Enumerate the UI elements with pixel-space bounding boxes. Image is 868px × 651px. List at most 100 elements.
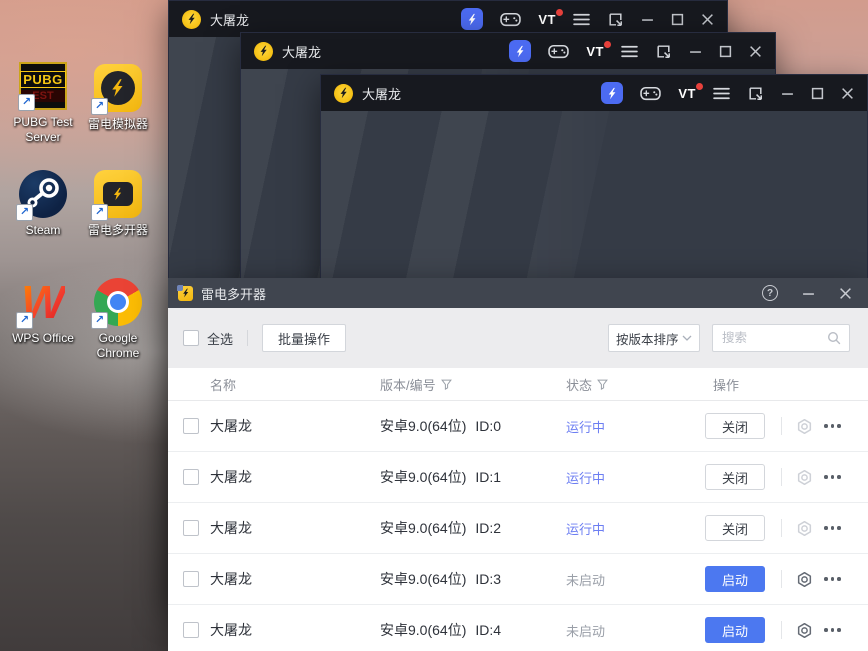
close-icon[interactable] (701, 13, 714, 26)
search-icon[interactable] (827, 331, 841, 345)
row-checkbox[interactable] (183, 469, 199, 485)
minimize-icon[interactable] (689, 45, 702, 58)
boost-icon[interactable] (461, 8, 484, 30)
header-status: 状态 (566, 368, 608, 400)
instance-version: 安卓9.0(64位) ID:2 (380, 520, 502, 536)
table-header: 名称 版本/编号 状态 操作 (168, 368, 868, 401)
multi-instance-icon[interactable] (747, 85, 764, 102)
row-divider (781, 570, 782, 588)
ldmultiplayer-icon: ↗ (91, 170, 142, 221)
header-operation: 操作 (713, 377, 740, 393)
minimize-icon[interactable] (781, 87, 794, 100)
maximize-icon[interactable] (811, 87, 824, 100)
gamepad-icon[interactable] (640, 86, 661, 101)
stop-button[interactable]: 关闭 (705, 515, 765, 541)
shortcut-arrow-icon: ↗ (18, 94, 35, 111)
window-title: 大屠龙 (362, 86, 402, 102)
row-checkbox[interactable] (183, 520, 199, 536)
ldplayer-logo-icon (334, 83, 353, 103)
minimize-icon[interactable] (641, 13, 654, 26)
desktop-shortcut-ldplayer[interactable]: ↗ 雷电模拟器 (80, 64, 156, 132)
desktop-shortcut-ldmultiplayer[interactable]: ↗ 雷电多开器 (80, 170, 156, 238)
menu-icon[interactable] (573, 13, 590, 26)
desktop-shortcut-wps-office[interactable]: W ↗ WPS Office (5, 278, 81, 346)
chrome-icon: ↗ (91, 278, 142, 329)
settings-icon[interactable] (796, 605, 813, 651)
notification-dot (604, 40, 611, 48)
stop-button[interactable]: 关闭 (705, 413, 765, 439)
sort-dropdown[interactable]: 按版本排序 (608, 324, 700, 352)
maximize-icon[interactable] (719, 45, 732, 58)
stop-button[interactable]: 关闭 (705, 464, 765, 490)
gamepad-icon[interactable] (548, 44, 569, 59)
emulator-2-titlebar[interactable]: 大屠龙 VT (241, 33, 775, 69)
instance-name: 大屠龙 (210, 622, 252, 638)
instance-version: 安卓9.0(64位) ID:4 (380, 622, 502, 638)
menu-icon[interactable] (621, 45, 638, 58)
row-checkbox[interactable] (183, 418, 199, 434)
close-icon[interactable] (749, 45, 762, 58)
maximize-icon[interactable] (671, 13, 684, 26)
close-icon[interactable] (841, 87, 854, 100)
help-icon[interactable]: ? (762, 285, 778, 301)
more-options-icon[interactable] (824, 628, 841, 632)
settings-icon[interactable] (796, 401, 813, 451)
instance-name: 大屠龙 (210, 469, 252, 485)
multi-instance-icon[interactable] (607, 11, 624, 28)
vt-label: VT (678, 85, 696, 101)
search-input[interactable] (713, 331, 822, 345)
filter-icon[interactable] (597, 379, 608, 390)
notification-dot (556, 8, 563, 16)
instance-name: 大屠龙 (210, 418, 252, 434)
settings-icon[interactable] (796, 452, 813, 502)
instance-version: 安卓9.0(64位) ID:1 (380, 469, 502, 485)
row-checkbox[interactable] (183, 571, 199, 587)
settings-icon[interactable] (796, 503, 813, 553)
ldplayer-logo-icon (254, 41, 273, 61)
instance-status: 运行中 (566, 470, 606, 486)
sort-selected-value: 按版本排序 (616, 332, 679, 347)
more-options-icon[interactable] (824, 526, 841, 530)
close-icon[interactable] (839, 287, 852, 300)
multi-manager-titlebar[interactable]: 雷电多开器 ? (168, 278, 868, 308)
menu-icon[interactable] (713, 87, 730, 100)
more-options-icon[interactable] (824, 475, 841, 479)
row-divider (781, 417, 782, 435)
minimize-icon[interactable] (802, 287, 815, 300)
select-all-label: 全选 (207, 331, 234, 347)
boost-icon[interactable] (601, 82, 624, 104)
instance-row: 大屠龙 安卓9.0(64位) ID:4 未启动 启动 (168, 605, 868, 651)
more-options-icon[interactable] (824, 424, 841, 428)
filter-icon[interactable] (441, 379, 452, 390)
desktop-shortcut-steam[interactable]: ↗ Steam (5, 170, 81, 238)
multi-instance-icon[interactable] (655, 43, 672, 60)
instance-status: 运行中 (566, 419, 606, 435)
batch-operations-button[interactable]: 批量操作 (262, 324, 347, 352)
window-title: 雷电多开器 (201, 286, 267, 302)
vt-button[interactable]: VT (586, 40, 611, 59)
start-button[interactable]: 启动 (705, 566, 765, 592)
vt-button[interactable]: VT (538, 8, 563, 27)
vt-button[interactable]: VT (678, 82, 703, 101)
instance-row: 大屠龙 安卓9.0(64位) ID:3 未启动 启动 (168, 554, 868, 605)
desktop-shortcut-google-chrome[interactable]: ↗ Google Chrome (80, 278, 156, 361)
boost-icon[interactable] (509, 40, 532, 62)
instance-row: 大屠龙 安卓9.0(64位) ID:2 运行中 关闭 (168, 503, 868, 554)
search-box (712, 324, 850, 352)
more-options-icon[interactable] (824, 577, 841, 581)
shortcut-label: 雷电多开器 (87, 223, 148, 237)
emulator-3-titlebar[interactable]: 大屠龙 VT (321, 75, 867, 111)
vt-label: VT (538, 11, 556, 27)
desktop-shortcut-pubg-test-server[interactable]: PUBG EST ↗ PUBG Test Server (5, 62, 81, 145)
start-button[interactable]: 启动 (705, 617, 765, 643)
shortcut-arrow-icon: ↗ (91, 312, 108, 329)
select-all-checkbox[interactable] (183, 330, 199, 346)
instance-status: 未启动 (566, 572, 606, 588)
gamepad-icon[interactable] (500, 12, 521, 27)
wps-office-icon: W ↗ (16, 278, 67, 329)
shortcut-label: WPS Office (12, 331, 74, 345)
multi-manager-window: 雷电多开器 ? 全选 批量操作 按版本排序 名称 版本/ (168, 278, 868, 651)
row-checkbox[interactable] (183, 622, 199, 638)
settings-icon[interactable] (796, 554, 813, 604)
instance-status: 未启动 (566, 623, 606, 639)
